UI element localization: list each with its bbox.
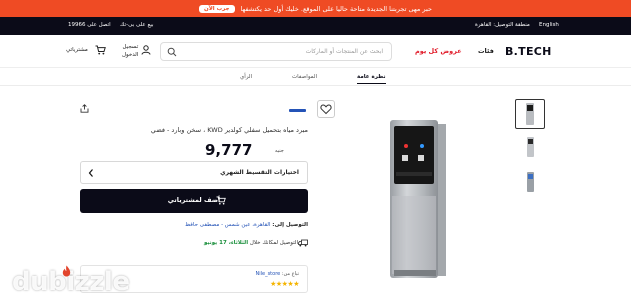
shipping-text: التوصيل لمكانك خلال <box>249 240 298 246</box>
product-title: مبرد مياه بتحميل سفلي كولدير KWD ، سخن و… <box>150 126 308 134</box>
shipping-day: الثلاثاء، 17 يونيو <box>203 240 249 246</box>
sell-link[interactable]: بيع على بى-تك <box>120 22 154 28</box>
search-placeholder: ابحث عن المنتجات أو الماركات <box>305 48 383 55</box>
promo-try-button[interactable]: جرب الآن <box>199 4 235 13</box>
delivery-region[interactable]: منطقة التوصيل: القاهرة <box>475 22 530 28</box>
sold-by: تباع من: Nile_store <box>255 271 299 277</box>
installment-options-button[interactable]: اختيارات التقسيط الشهري <box>80 161 308 184</box>
product-tabs: نظرة عامة المواصفات الرأي <box>0 68 631 86</box>
water-dispenser-thumb-icon <box>527 172 534 192</box>
wishlist-button[interactable] <box>317 100 335 118</box>
promo-text: حبر مهى تجربتنا الجديدة متاحة حاليا على … <box>240 4 432 13</box>
tab-overview[interactable]: نظرة عامة <box>357 74 386 84</box>
chevron-left-icon <box>88 169 93 177</box>
thumbnail-2[interactable] <box>515 133 545 163</box>
tab-specs[interactable]: المواصفات <box>292 74 317 80</box>
price-currency: جنيه <box>275 148 284 154</box>
cart-icon <box>216 196 226 205</box>
water-dispenser-thumb-icon <box>527 137 534 157</box>
product-image[interactable] <box>380 100 460 280</box>
sold-by-label: تباع من: <box>281 271 299 277</box>
tab-reviews[interactable]: الرأي <box>240 74 252 80</box>
seller-name[interactable]: Nile_store <box>255 271 280 277</box>
login-label-1: تسجيل <box>122 44 139 50</box>
flame-icon <box>62 265 71 277</box>
add-to-cart-button[interactable]: أضف لمشترياتي <box>80 189 308 213</box>
search-input[interactable]: ابحث عن المنتجات أو الماركات <box>160 42 392 61</box>
language-switch[interactable]: English <box>539 22 559 28</box>
site-header: B.TECH فئات عروض كل يوم ابحث عن المنتجات… <box>0 35 631 68</box>
shipping-estimate: التوصيل لمكانك خلال الثلاثاء، 17 يونيو <box>80 240 298 246</box>
login-label-2: الدخول <box>122 52 139 58</box>
categories-menu[interactable]: فئات <box>478 47 494 55</box>
user-icon[interactable] <box>141 45 151 55</box>
delivery-location-link[interactable]: القاهرة، عين شمس - مصطفى حافظ <box>185 222 270 228</box>
thumbnail-3[interactable] <box>515 167 545 197</box>
heart-icon <box>320 104 332 115</box>
delivery-location[interactable]: التوصيل إلى: القاهرة، عين شمس - مصطفى حا… <box>80 222 308 228</box>
add-to-cart-label: أضف لمشترياتي <box>167 196 221 204</box>
delivery-label: التوصيل إلى: <box>272 222 308 228</box>
water-dispenser-thumb-icon <box>526 103 534 125</box>
brand-logo[interactable] <box>289 109 306 112</box>
dubizzle-watermark: dubizzle <box>2 265 137 300</box>
btech-logo[interactable]: B.TECH <box>505 45 552 58</box>
search-icon[interactable] <box>167 47 177 57</box>
hotline[interactable]: اتصل على 19966 <box>68 22 111 28</box>
share-icon[interactable] <box>80 104 89 113</box>
login-link[interactable]: تسجيل الدخول <box>122 43 138 59</box>
cart-label[interactable]: مشترياتي <box>66 47 88 53</box>
seller-rating: ★★★★★ <box>270 280 299 288</box>
promo-banner: حبر مهى تجربتنا الجديدة متاحة حاليا على … <box>0 0 631 17</box>
daily-offers-link[interactable]: عروض كل يوم <box>415 47 462 55</box>
thumbnail-1[interactable] <box>515 99 545 129</box>
truck-icon <box>298 239 308 247</box>
utility-bar: English منطقة التوصيل: القاهرة بيع على ب… <box>0 17 631 35</box>
cart-icon[interactable] <box>95 45 106 55</box>
product-price: 9,777 <box>205 141 253 159</box>
installment-label: اختيارات التقسيط الشهري <box>220 169 299 176</box>
